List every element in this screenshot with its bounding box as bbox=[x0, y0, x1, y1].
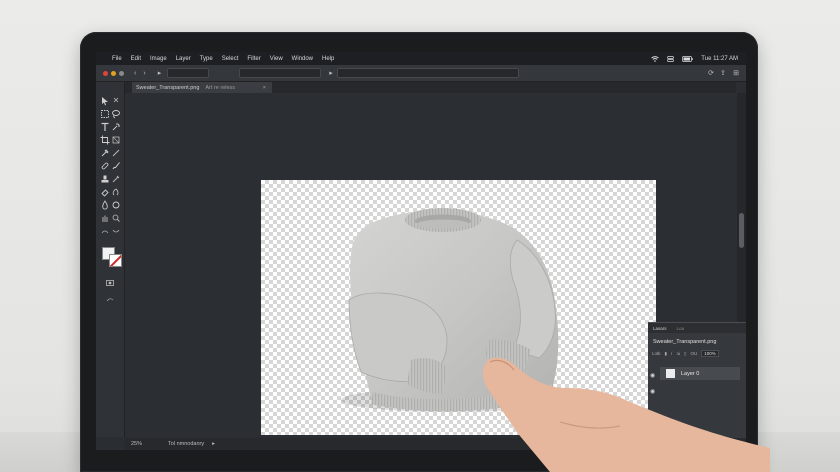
menu-file[interactable]: File bbox=[112, 56, 122, 62]
tab-secondary[interactable]: Loa bbox=[672, 326, 690, 331]
background-color-swatch[interactable] bbox=[109, 254, 122, 267]
blur-tool-icon[interactable] bbox=[100, 200, 110, 210]
menu-type[interactable]: Type bbox=[200, 56, 213, 62]
minimize-window-button[interactable] bbox=[111, 70, 116, 76]
ruler-tool-icon[interactable] bbox=[111, 148, 121, 158]
document-info: Tol nmnodanry bbox=[168, 441, 205, 447]
artboard-tool-icon[interactable] bbox=[111, 96, 121, 106]
move-options-icon[interactable]: ▸ bbox=[158, 69, 162, 77]
path-select-tool-icon[interactable] bbox=[100, 226, 110, 236]
battery-icon[interactable] bbox=[682, 55, 693, 62]
zoom-window-button[interactable] bbox=[119, 70, 124, 76]
crop-tool-icon[interactable] bbox=[100, 135, 110, 145]
screen-mode-icon[interactable] bbox=[105, 294, 115, 304]
vertical-scroll-thumb[interactable] bbox=[739, 213, 744, 248]
gradient-tool-icon[interactable] bbox=[111, 187, 121, 197]
document-tab-bar: Sweater_Transparent.png Art re reless × bbox=[124, 82, 736, 93]
close-tab-icon[interactable]: × bbox=[263, 85, 266, 91]
menu-edit[interactable]: Edit bbox=[131, 56, 141, 62]
wifi-icon[interactable] bbox=[651, 55, 660, 62]
hand-tool-icon[interactable] bbox=[100, 213, 110, 223]
options-bar: ‹ › ▸ ▸ ⟳ ⇪ ⊞ bbox=[96, 65, 746, 82]
quick-select-tool-icon[interactable] bbox=[111, 122, 121, 132]
layers-panel-tabs: Lasars Loa bbox=[648, 323, 746, 333]
clone-stamp-tool-icon[interactable] bbox=[100, 174, 110, 184]
marquee-tool-icon[interactable] bbox=[100, 109, 110, 119]
window-controls bbox=[103, 70, 124, 76]
status-menu-icon[interactable]: ▸ bbox=[212, 441, 215, 447]
close-window-button[interactable] bbox=[103, 70, 108, 76]
menu-view[interactable]: View bbox=[270, 56, 283, 62]
document-tab-subtitle: Art re reless bbox=[205, 84, 236, 91]
document-tab[interactable]: Sweater_Transparent.png Art re reless × bbox=[132, 82, 272, 93]
menu-image[interactable]: Image bbox=[150, 56, 167, 62]
lasso-tool-icon[interactable] bbox=[111, 109, 121, 119]
zoom-tool-icon[interactable] bbox=[111, 213, 121, 223]
address-field[interactable] bbox=[336, 68, 519, 78]
control-center-icon[interactable] bbox=[667, 55, 675, 62]
back-icon[interactable]: ‹ bbox=[134, 70, 136, 77]
pen-tool-icon[interactable] bbox=[111, 200, 121, 210]
move-tool-icon[interactable] bbox=[100, 96, 110, 106]
type-tool-icon[interactable] bbox=[100, 122, 110, 132]
play-icon[interactable]: ▸ bbox=[329, 69, 333, 77]
eraser-tool-icon[interactable] bbox=[100, 187, 110, 197]
tools-panel bbox=[96, 82, 125, 437]
pointing-hand bbox=[482, 357, 770, 472]
shape-tool-icon[interactable] bbox=[111, 226, 121, 236]
menu-layer[interactable]: Layer bbox=[176, 56, 191, 62]
menu-select[interactable]: Select bbox=[222, 56, 239, 62]
menu-filter[interactable]: Filter bbox=[247, 56, 260, 62]
menu-bar: File Edit Image Layer Type Select Filter… bbox=[96, 52, 746, 65]
refresh-icon[interactable]: ⟳ bbox=[708, 69, 714, 77]
healing-brush-tool-icon[interactable] bbox=[100, 161, 110, 171]
frame-tool-icon[interactable] bbox=[111, 135, 121, 145]
forward-icon[interactable]: › bbox=[143, 70, 145, 77]
quick-mask-icon[interactable] bbox=[105, 278, 115, 288]
add-tab-icon[interactable]: ⊞ bbox=[733, 69, 739, 77]
brush-tool-icon[interactable] bbox=[111, 161, 121, 171]
layers-panel-filename: Sweater_Transparent.png bbox=[653, 339, 717, 345]
tab-layers[interactable]: Lasars bbox=[648, 326, 672, 331]
tool-preset-field[interactable] bbox=[167, 68, 210, 78]
menu-help[interactable]: Help bbox=[322, 56, 334, 62]
eyedropper-tool-icon[interactable] bbox=[100, 148, 110, 158]
share-icon[interactable]: ⇪ bbox=[720, 69, 726, 77]
zoom-level[interactable]: 25% bbox=[131, 441, 142, 447]
document-tab-title: Sweater_Transparent.png bbox=[136, 84, 200, 91]
menu-clock[interactable]: Tue 11:27 AM bbox=[701, 56, 738, 62]
menu-window[interactable]: Window bbox=[292, 56, 313, 62]
history-brush-tool-icon[interactable] bbox=[111, 174, 121, 184]
path-field[interactable] bbox=[239, 68, 322, 78]
